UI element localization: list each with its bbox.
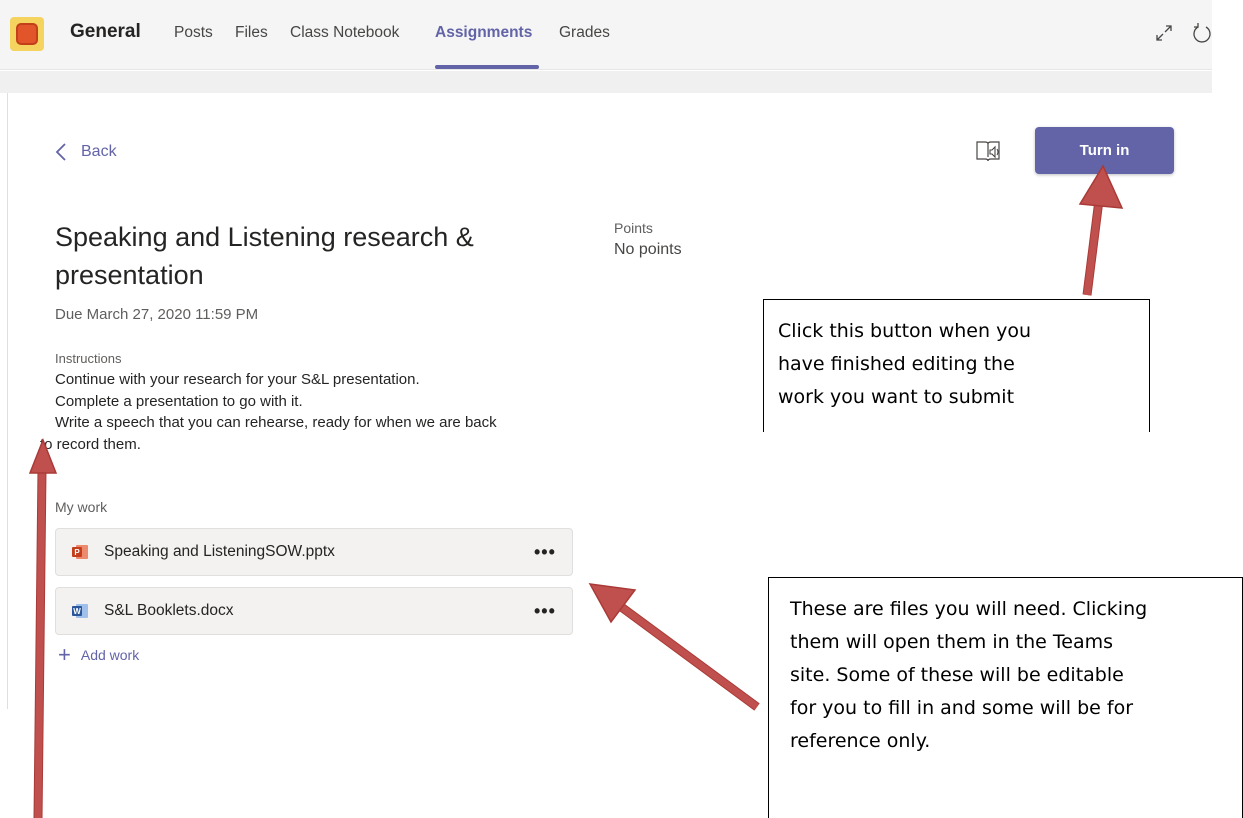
tab-posts[interactable]: Posts: [174, 24, 213, 42]
more-options-icon[interactable]: •••: [534, 601, 555, 622]
callout-line: work you want to submit: [778, 386, 1015, 408]
file-name: Speaking and ListeningSOW.pptx: [104, 543, 335, 560]
add-work-label: Add work: [80, 647, 140, 663]
callout-line: These are files you will need. Clicking: [790, 598, 1148, 620]
callout-line: have finished editing the: [778, 353, 1015, 375]
app-header: General Posts Files Class Notebook Assig…: [0, 0, 1212, 70]
add-work-button[interactable]: + Add work: [58, 642, 140, 667]
tab-files[interactable]: Files: [235, 24, 268, 42]
callout-line: Click this button when you: [778, 320, 1031, 342]
file-card-pptx[interactable]: P Speaking and ListeningSOW.pptx •••: [55, 528, 573, 576]
back-button[interactable]: Back: [55, 138, 117, 166]
content-top-strip: [0, 71, 1212, 93]
callout-files: These are files you will need. Clicking …: [768, 577, 1243, 818]
immersive-reader-icon[interactable]: [974, 137, 1002, 165]
points-value: No points: [614, 241, 682, 258]
instructions-text: Continue with your research for your S&L…: [40, 369, 595, 455]
instruction-line: to record them.: [40, 435, 141, 453]
tab-class-notebook[interactable]: Class Notebook: [290, 24, 399, 42]
refresh-icon[interactable]: [1192, 22, 1212, 44]
back-label: Back: [81, 143, 117, 160]
expand-icon[interactable]: [1154, 23, 1174, 43]
instruction-line: Complete a presentation to go with it.: [55, 392, 303, 410]
powerpoint-file-icon: P: [72, 545, 88, 559]
arrow-to-instructions: [28, 437, 58, 818]
svg-text:P: P: [74, 548, 80, 557]
chevron-left-icon: [55, 143, 66, 161]
file-name: S&L Booklets.docx: [104, 602, 234, 619]
plus-icon: +: [58, 642, 71, 667]
file-card-docx[interactable]: W S&L Booklets.docx •••: [55, 587, 573, 635]
tab-assignments[interactable]: Assignments: [435, 24, 532, 42]
turn-in-button[interactable]: Turn in: [1035, 127, 1174, 174]
tab-grades[interactable]: Grades: [559, 24, 610, 42]
callout-line: reference only.: [790, 730, 931, 752]
due-date: Due March 27, 2020 11:59 PM: [55, 306, 259, 323]
assignment-title: Speaking and Listening research & presen…: [55, 222, 474, 290]
instruction-line: Write a speech that you can rehearse, re…: [55, 414, 497, 431]
instructions-label: Instructions: [55, 351, 122, 366]
points-label: Points: [614, 220, 653, 236]
my-work-label: My work: [55, 499, 108, 515]
svg-text:W: W: [73, 607, 81, 616]
callout-line: site. Some of these will be editable: [790, 664, 1124, 686]
arrow-to-files: [588, 583, 760, 711]
callout-line: them will open them in the Teams: [790, 631, 1114, 653]
active-tab-indicator: [435, 65, 539, 69]
team-name[interactable]: General: [70, 21, 141, 43]
more-options-icon[interactable]: •••: [534, 542, 555, 563]
arrow-to-turn-in: [1078, 164, 1124, 296]
word-file-icon: W: [72, 604, 88, 618]
content-left-border: [7, 93, 8, 709]
callout-turn-in: Click this button when you have finished…: [763, 299, 1150, 432]
team-avatar-inner: [16, 23, 38, 45]
instruction-line: Continue with your research for your S&L…: [55, 371, 420, 388]
callout-line: for you to fill in and some will be for: [790, 697, 1134, 719]
team-avatar-icon[interactable]: [10, 17, 44, 51]
